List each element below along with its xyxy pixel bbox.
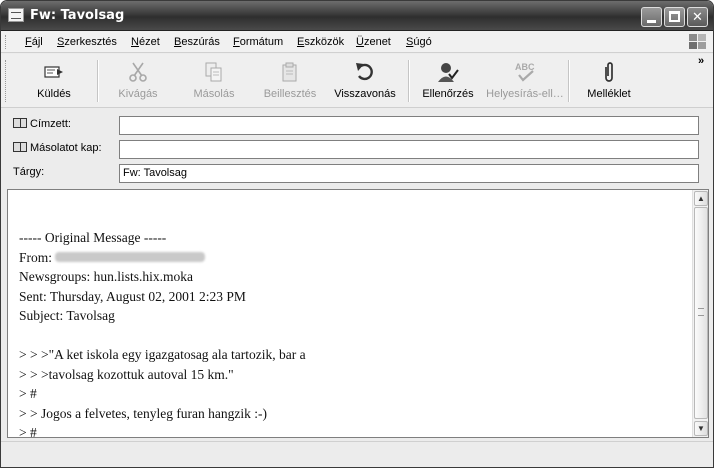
scroll-thumb[interactable] xyxy=(694,207,708,419)
title-bar[interactable]: Fw: Tavolsag ✕ xyxy=(1,1,713,31)
toolbar-separator xyxy=(408,60,410,102)
spelling-label: Helyesírás-ell… xyxy=(486,88,564,100)
header-fields: Címzett: Másolatot kap: Tárgy: Fw: Tavol… xyxy=(1,109,713,186)
toolbar: Küldés Kivágás Másolás Beillesztés Vissz… xyxy=(1,54,713,108)
menu-file[interactable]: Fájl xyxy=(25,36,43,48)
cc-label-button[interactable]: Másolatot kap: xyxy=(13,142,102,154)
menu-bar: Fájl Szerkesztés Nézet Beszúrás Formátum… xyxy=(1,31,713,53)
redacted-email xyxy=(55,251,206,262)
message-body[interactable]: ----- Original Message ----- From: Newsgr… xyxy=(7,189,709,438)
undo-label: Visszavonás xyxy=(334,88,396,100)
toolbar-overflow-icon[interactable]: » xyxy=(698,55,704,67)
maximize-button[interactable] xyxy=(664,7,685,27)
attach-button[interactable]: Melléklet xyxy=(573,58,645,104)
to-field[interactable] xyxy=(119,116,699,135)
maximize-icon xyxy=(669,11,680,22)
message-line: Subject: Tavolsag xyxy=(19,308,115,323)
toolbar-grip[interactable] xyxy=(5,60,8,102)
undo-icon xyxy=(356,63,373,81)
scroll-down-button[interactable]: ▼ xyxy=(694,421,708,436)
copy-button[interactable]: Másolás xyxy=(177,58,251,104)
to-label: Címzett: xyxy=(30,118,71,130)
message-line: > > >"A ket iskola egy igazgatosag ala t… xyxy=(19,347,306,362)
to-row: Címzett: xyxy=(1,114,713,136)
menu-grip[interactable] xyxy=(5,35,8,49)
paste-button[interactable]: Beillesztés xyxy=(251,58,329,104)
address-book-icon xyxy=(13,142,27,152)
paste-label: Beillesztés xyxy=(263,88,317,100)
menu-help[interactable]: Súgó xyxy=(406,36,432,48)
cc-field[interactable] xyxy=(119,140,699,159)
menu-message[interactable]: Üzenet xyxy=(356,36,391,48)
message-line: > > >tavolsag kozottuk autoval 15 km." xyxy=(19,366,234,382)
cut-button[interactable]: Kivágás xyxy=(99,58,177,104)
close-icon: ✕ xyxy=(692,9,703,24)
spellcheck-icon: ABC xyxy=(515,62,535,82)
minimize-icon xyxy=(647,20,656,23)
arrow-down-icon: ▼ xyxy=(697,424,705,433)
menu-view[interactable]: Nézet xyxy=(131,36,160,48)
toolbar-separator xyxy=(568,60,570,102)
message-line: > # xyxy=(19,425,37,438)
message-line: Sent: Thursday, August 02, 2001 2:23 PM xyxy=(19,288,246,304)
scissors-icon xyxy=(129,62,147,82)
menu-edit[interactable]: Szerkesztés xyxy=(57,36,117,48)
copy-label: Másolás xyxy=(193,88,235,100)
spelling-button[interactable]: ABC Helyesírás-ell… xyxy=(485,58,565,104)
menu-insert[interactable]: Beszúrás xyxy=(174,36,220,48)
send-label: Küldés xyxy=(37,88,71,100)
copy-icon xyxy=(205,62,222,82)
paperclip-icon xyxy=(605,62,613,82)
check-names-label: Ellenőrzés xyxy=(422,88,474,100)
message-line: > # xyxy=(19,386,37,401)
compose-window: Fw: Tavolsag ✕ Fájl Szerkesztés Nézet Be… xyxy=(0,0,714,468)
menu-tools[interactable]: Eszközök xyxy=(297,36,344,48)
scroll-up-button[interactable]: ▲ xyxy=(694,191,708,206)
subject-field[interactable]: Fw: Tavolsag xyxy=(119,164,699,183)
message-line: > > Jogos a felvetes, tenyleg furan hang… xyxy=(19,405,268,421)
message-app-icon xyxy=(8,8,24,22)
arrow-up-icon: ▲ xyxy=(697,194,705,203)
message-line: ----- Original Message ----- xyxy=(19,230,167,245)
check-names-button[interactable]: Ellenőrzés xyxy=(413,58,483,104)
message-line: Newsgroups: hun.lists.hix.moka xyxy=(19,269,193,284)
cut-label: Kivágás xyxy=(118,88,158,100)
paste-icon xyxy=(282,62,297,82)
address-book-icon xyxy=(13,118,27,128)
message-line-from: From: xyxy=(19,248,306,268)
close-button[interactable]: ✕ xyxy=(687,7,708,27)
check-names-icon xyxy=(438,63,459,82)
status-bar xyxy=(1,441,713,467)
send-button[interactable]: Küldés xyxy=(15,58,93,104)
subject-row: Tárgy: Fw: Tavolsag xyxy=(1,162,713,184)
message-text[interactable]: ----- Original Message ----- From: Newsgr… xyxy=(19,228,306,438)
message-line xyxy=(19,326,306,346)
to-label-button[interactable]: Címzett: xyxy=(13,118,71,130)
subject-label: Tárgy: xyxy=(13,166,45,178)
undo-button[interactable]: Visszavonás xyxy=(329,58,401,104)
send-icon xyxy=(44,66,63,78)
cc-label: Másolatot kap: xyxy=(30,142,102,154)
cc-row: Másolatot kap: xyxy=(1,138,713,160)
attach-label: Melléklet xyxy=(587,88,631,100)
minimize-button[interactable] xyxy=(641,7,662,27)
vertical-scrollbar[interactable]: ▲ ▼ xyxy=(692,190,708,437)
menu-format[interactable]: Formátum xyxy=(233,36,283,48)
windows-logo-icon xyxy=(689,34,707,50)
window-title: Fw: Tavolsag xyxy=(30,8,125,23)
